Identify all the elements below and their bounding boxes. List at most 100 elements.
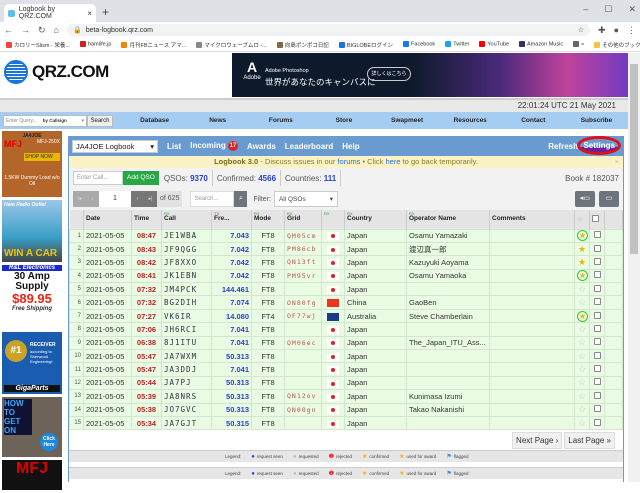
star-icon[interactable]: ☆ (578, 377, 586, 387)
first-page-button[interactable]: |◂ (73, 191, 86, 207)
bookmark-item[interactable]: Facebook (403, 41, 435, 48)
star-icon[interactable]: ☆ (578, 324, 586, 334)
add-qso-button[interactable]: Add QSO (123, 171, 159, 185)
browser-tab[interactable]: Logbook by QRZ.COM × (4, 4, 96, 22)
menu-incoming[interactable]: Incoming 17 (190, 141, 239, 151)
col-call[interactable]: RX Call (161, 210, 212, 229)
row-checkbox[interactable] (593, 378, 601, 386)
logbook-select[interactable]: JA4JOE Logbook ▾ (72, 139, 158, 153)
prev-page-button[interactable]: ‹ (86, 191, 99, 207)
qso-call[interactable]: JA8NRS (161, 389, 212, 404)
qso-call[interactable]: JO7GVC (161, 402, 212, 417)
menu-list[interactable]: List (167, 142, 181, 151)
new-tab-button[interactable]: + (102, 5, 109, 19)
nav-swapmeet[interactable]: Swapmeet (376, 117, 439, 124)
qso-call[interactable]: JH6RCI (161, 322, 212, 337)
star-icon[interactable]: ☆ (578, 391, 586, 401)
last-page-icon-button[interactable]: ▸| (144, 191, 157, 207)
select-all-checkbox[interactable] (589, 210, 605, 229)
table-row[interactable]: 6 2021-05-05 07:32 BG2DIH 7.074 FT8 ON80fg Chin… (69, 295, 623, 310)
col-freq[interactable]: TX Fre... (211, 210, 252, 229)
bookmark-item[interactable]: Twitter (445, 41, 469, 48)
table-row[interactable]: 7 2021-05-05 07:27 VK6IR 14.080 FT4 OF77wj Aust… (69, 308, 623, 324)
table-row[interactable]: 4 2021-05-05 08:41 JK1EBN 7.042 FT8 PM95vr Japa… (69, 268, 623, 284)
maximize-icon[interactable]: ☐ (604, 4, 612, 15)
used-for-award-star-icon[interactable]: ★ (577, 230, 588, 242)
page-number-input[interactable]: 1 (99, 191, 131, 207)
bookmark-item[interactable]: 月刊FBニュース アマ... (121, 41, 186, 49)
reload-icon[interactable]: ↻ (38, 25, 46, 36)
qrz-logo[interactable]: QRZ.COM (4, 60, 109, 84)
menu-leaderboard[interactable]: Leaderboard (285, 142, 333, 151)
bookmark-star-icon[interactable]: ☆ (578, 26, 584, 34)
star-icon[interactable]: ☆ (578, 364, 586, 374)
forward-icon[interactable]: → (21, 25, 30, 35)
row-checkbox[interactable] (593, 405, 601, 413)
qso-call[interactable]: VK6IR (161, 308, 212, 324)
search-icon[interactable]: ⌕ (234, 191, 248, 207)
query-input[interactable]: Enter Query... by Callsign ▾ (3, 114, 87, 127)
used-for-award-star-icon[interactable]: ★ (577, 310, 588, 322)
table-row[interactable]: 8 2021-05-05 07:06 JH6RCI 7.041 FT8 Japan ☆ (69, 322, 623, 337)
row-checkbox[interactable] (593, 231, 601, 239)
search-input[interactable]: Search... (190, 191, 235, 207)
ad-mfj-250x[interactable]: JA4JOE MFJ MFJ-250X SHOP NOW 1.5KW Dummy … (2, 131, 62, 197)
qso-call[interactable]: JM4PCK (161, 282, 212, 297)
table-row[interactable]: 5 2021-05-05 07:32 JM4PCK 144.461 FT8 Japan ☆ (69, 282, 623, 297)
used-for-award-star-icon[interactable]: ★ (577, 270, 588, 282)
table-row[interactable]: 14 2021-05-05 05:38 JO7GVC 50.313 FT8 QN00gn Ja… (69, 402, 623, 417)
col-country[interactable]: RX Country (344, 210, 407, 229)
qso-call[interactable]: JA7WXM (161, 349, 212, 364)
back-icon[interactable]: ← (4, 25, 13, 35)
qso-call[interactable]: JA7PJ (161, 375, 212, 391)
star-icon[interactable]: ☆ (578, 284, 586, 294)
qso-call[interactable]: JF9QGG (161, 241, 212, 257)
nav-contact[interactable]: Contact (502, 117, 565, 124)
query-mode-select[interactable]: by Callsign (43, 118, 67, 123)
star-icon[interactable]: ☆ (578, 297, 586, 307)
bookmark-item[interactable]: YouTube (479, 41, 509, 48)
ad-mfj[interactable]: MFJ (2, 460, 62, 490)
menu-awards[interactable]: Awards (247, 142, 276, 151)
home-icon[interactable]: ⌂ (54, 25, 59, 35)
ad-how-to-get-on[interactable]: HOW TO GET ON Click Here (2, 397, 62, 457)
nav-news[interactable]: News (186, 117, 249, 124)
table-row[interactable]: 9 2021-05-05 06:38 8J1ITU 7.041 FT8 QM06ec Japa… (69, 335, 623, 351)
qso-call[interactable]: JA3DDJ (161, 362, 212, 377)
row-checkbox[interactable] (593, 284, 601, 292)
bookmark-item[interactable]: マイクロウェーブムロ -... (196, 41, 267, 49)
row-checkbox[interactable] (593, 324, 601, 332)
table-row[interactable]: 15 2021-05-05 05:34 JA7GJT 50.315 FT8 Japan ☆ (69, 415, 623, 431)
qso-call[interactable]: BG2DIH (161, 295, 212, 310)
bookmark-item[interactable]: 向島ポンポコ日記 (276, 41, 329, 49)
table-row[interactable]: 3 2021-05-05 08:42 JF8XXO 7.042 FT8 QN13ft Japa… (69, 255, 623, 270)
profile-avatar[interactable]: ● (614, 25, 619, 35)
last-page-button[interactable]: Last Page » (564, 432, 615, 449)
row-checkbox[interactable] (593, 351, 601, 359)
col-mode[interactable]: RX Mode (251, 210, 285, 229)
ad-rl-electronics[interactable]: R&L Electronics 30 Amp Supply $89.95 Fre… (2, 265, 62, 329)
next-page-button[interactable]: Next Page › (512, 432, 563, 449)
qso-call[interactable]: JF8XXO (161, 255, 212, 270)
qso-call[interactable]: JA7GJT (161, 415, 212, 431)
nav-database[interactable]: Database (123, 117, 186, 124)
ad-cta-button[interactable]: 詳しくはこちら (367, 67, 411, 81)
search-button[interactable]: Search (87, 114, 113, 127)
ad-gigaparts[interactable]: #1 RECEIVER according to Sherwood Engine… (2, 332, 62, 394)
close-tab-icon[interactable]: × (87, 9, 92, 18)
bookmark-item[interactable]: BIGLOBEログイン (338, 41, 393, 49)
col-time[interactable]: Time (131, 210, 162, 229)
enter-call-input[interactable]: Enter Call... (73, 171, 123, 185)
qso-call[interactable]: JK1EBN (161, 268, 212, 284)
row-checkbox[interactable] (593, 271, 601, 279)
bookmark-item[interactable]: » (573, 41, 584, 48)
here-link[interactable]: here (386, 157, 401, 166)
star-icon[interactable]: ☆ (578, 404, 586, 414)
minimize-icon[interactable]: – (583, 4, 588, 15)
table-row[interactable]: 11 2021-05-05 05:47 JA3DDJ 7.041 FT8 Japan ☆ (69, 362, 623, 377)
star-icon[interactable]: ☆ (578, 351, 586, 361)
col-operator[interactable]: RX Operator Name (406, 210, 490, 229)
menu-refresh[interactable]: Refresh (548, 142, 578, 151)
confirmed-star-icon[interactable]: ★ (578, 257, 586, 267)
bookmark-item[interactable]: その他のブックマーク (594, 41, 640, 49)
